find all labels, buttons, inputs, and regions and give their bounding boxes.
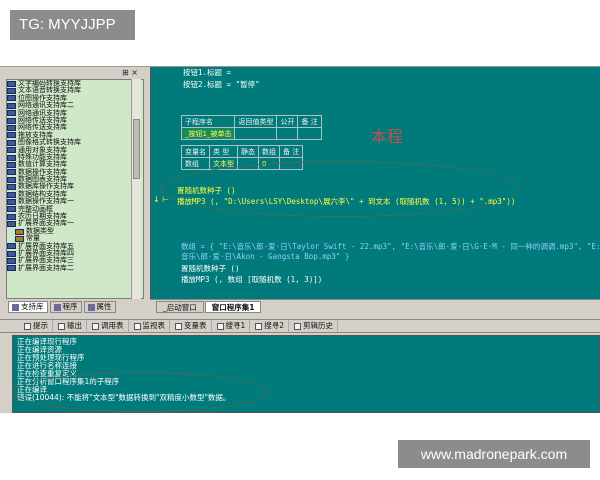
library-book-icon xyxy=(7,132,16,139)
tab-clip-history[interactable]: 剪辑历史 xyxy=(290,320,339,332)
tab-properties[interactable]: 属性 xyxy=(83,301,116,313)
output-icon xyxy=(58,322,65,330)
tab-search1[interactable]: 搜寻1 xyxy=(213,320,251,332)
ide-window: ⊞ × 文字编码转换支持库 文本语音转换支持库 位图操作支持库 网络通讯支持库二 网络通… xyxy=(0,66,600,413)
library-book-icon xyxy=(7,161,16,168)
scrollbar-thumb[interactable] xyxy=(133,119,140,179)
code-line[interactable]: 置随机数种子 () xyxy=(177,185,236,196)
search-icon xyxy=(216,322,224,330)
code-editor[interactable]: 按钮1.标题 = 按钮2.标题 = "暂停" 子程序名 返回值类型 公开 备 注… xyxy=(150,67,600,299)
support-library-tree[interactable]: 文字编码转换支持库 文本语音转换支持库 位图操作支持库 网络通讯支持库二 网络通讯支持库… xyxy=(6,79,144,299)
current-line-arrow-icon: ↓ ⊢ xyxy=(153,195,170,204)
table-header: 数组 xyxy=(258,145,280,158)
library-book-icon xyxy=(7,176,16,183)
code-line[interactable]: 按钮2.标题 = "暂停" xyxy=(183,79,260,90)
highlight-ellipse xyxy=(13,372,268,412)
call-stack-icon xyxy=(92,322,99,330)
library-book-icon xyxy=(7,169,16,176)
library-book-icon xyxy=(7,147,16,154)
library-book-icon xyxy=(7,243,16,250)
table-header: 变量名 xyxy=(181,145,210,158)
output-pane[interactable]: 正在编译现行程序 正在编译资源 正在预处理现行程序 正在进行名称连接 正在检查重复定义正… xyxy=(12,335,600,413)
program-icon xyxy=(53,303,61,311)
tab-window-assembly[interactable]: 窗口程序集1 xyxy=(204,301,262,313)
library-book-icon xyxy=(7,102,16,109)
library-book-icon xyxy=(7,213,16,220)
tab-output[interactable]: 输出 xyxy=(54,320,87,332)
table-cell[interactable] xyxy=(297,127,322,140)
hint-icon xyxy=(24,322,31,330)
table-cell[interactable] xyxy=(234,127,278,140)
left-panel-tabs: 支持库 程序 属性 xyxy=(8,301,148,313)
output-line: 正在预处理现行程序 xyxy=(17,353,85,362)
table-header: 静态 xyxy=(237,145,259,158)
tab-startup-window[interactable]: _启动窗口 xyxy=(156,301,204,313)
code-line[interactable]: 播放MP3 (, 数组 [取随机数 (1, 3)]) xyxy=(181,274,322,285)
output-line: 正在编译资源 xyxy=(17,345,62,354)
library-book-icon xyxy=(7,95,16,102)
watch-icon xyxy=(133,322,141,330)
library-book-icon xyxy=(7,265,16,272)
output-line: 正在编译现行程序 xyxy=(17,337,77,346)
tree-item[interactable]: 扩展界面支持库二 xyxy=(7,263,143,272)
library-icon xyxy=(12,303,19,311)
table-cell[interactable]: 数组 xyxy=(181,157,210,170)
properties-icon xyxy=(87,303,95,311)
library-panel: ⊞ × 文字编码转换支持库 文本语音转换支持库 位图操作支持库 网络通讯支持库二 网络通… xyxy=(0,67,150,315)
code-line[interactable]: 置随机数种子 () xyxy=(181,263,240,274)
editor-tabs: _启动窗口 窗口程序集1 xyxy=(150,299,600,313)
tab-search2[interactable]: 搜寻2 xyxy=(251,320,290,332)
channel-tag: TG: MYYJJPP xyxy=(10,10,135,40)
code-line[interactable]: 音乐\郎·爱·日\Akon - Gangsta Bop.mp3" } xyxy=(181,251,349,262)
table-header: 备 注 xyxy=(278,145,304,158)
code-line[interactable]: 按钮1.标题 = xyxy=(183,67,231,78)
library-book-icon xyxy=(7,80,16,87)
output-toolbar: 提示 输出 调用表 监视表 变量表 搜寻1 搜寻2 剪辑历史 xyxy=(0,319,600,333)
library-book-icon xyxy=(7,139,16,146)
library-book-icon xyxy=(7,198,16,205)
subroutine-name[interactable]: _按钮1_被单击 xyxy=(180,127,236,140)
code-line[interactable]: 播放MP3 (, "D:\Users\LSY\Desktop\展六李\" + 到… xyxy=(177,196,515,207)
library-book-icon xyxy=(7,88,16,95)
table-cell[interactable] xyxy=(276,127,299,140)
table-header: 子程序名 xyxy=(180,115,236,128)
variables-icon xyxy=(175,322,182,330)
tab-hint[interactable]: 提示 xyxy=(20,320,53,332)
folder-icon xyxy=(15,235,24,242)
tab-variables[interactable]: 变量表 xyxy=(171,320,212,332)
library-book-icon xyxy=(7,206,16,213)
subroutine-table[interactable]: 子程序名 返回值类型 公开 备 注 _按钮1_被单击 xyxy=(180,115,322,140)
search-icon xyxy=(255,322,263,330)
tab-support-library[interactable]: 支持库 xyxy=(8,301,48,313)
tab-program[interactable]: 程序 xyxy=(49,301,82,313)
library-book-icon xyxy=(7,154,16,161)
panel-controls[interactable]: ⊞ × xyxy=(122,67,150,79)
library-book-icon xyxy=(7,258,16,265)
watermark-text: 本程 xyxy=(371,127,404,146)
table-header: 公开 xyxy=(276,115,299,128)
output-line: 正在进行名称连接 xyxy=(17,361,77,370)
tab-call-stack[interactable]: 调用表 xyxy=(88,320,129,332)
site-url: www.madronepark.com xyxy=(398,440,590,468)
library-book-icon xyxy=(7,250,16,257)
folder-icon xyxy=(15,228,24,235)
table-header: 备 注 xyxy=(297,115,322,128)
library-book-icon xyxy=(7,221,16,228)
library-book-icon xyxy=(7,125,16,132)
library-book-icon xyxy=(7,184,16,191)
table-header: 类 型 xyxy=(209,145,238,158)
clipboard-icon xyxy=(294,322,302,330)
library-book-icon xyxy=(7,117,16,124)
library-book-icon xyxy=(7,110,16,117)
tree-scrollbar[interactable] xyxy=(131,79,141,299)
library-book-icon xyxy=(7,191,16,198)
table-header: 返回值类型 xyxy=(234,115,278,128)
tab-watch[interactable]: 监视表 xyxy=(130,320,170,332)
tree-item-label: 扩展界面支持库二 xyxy=(18,263,74,272)
